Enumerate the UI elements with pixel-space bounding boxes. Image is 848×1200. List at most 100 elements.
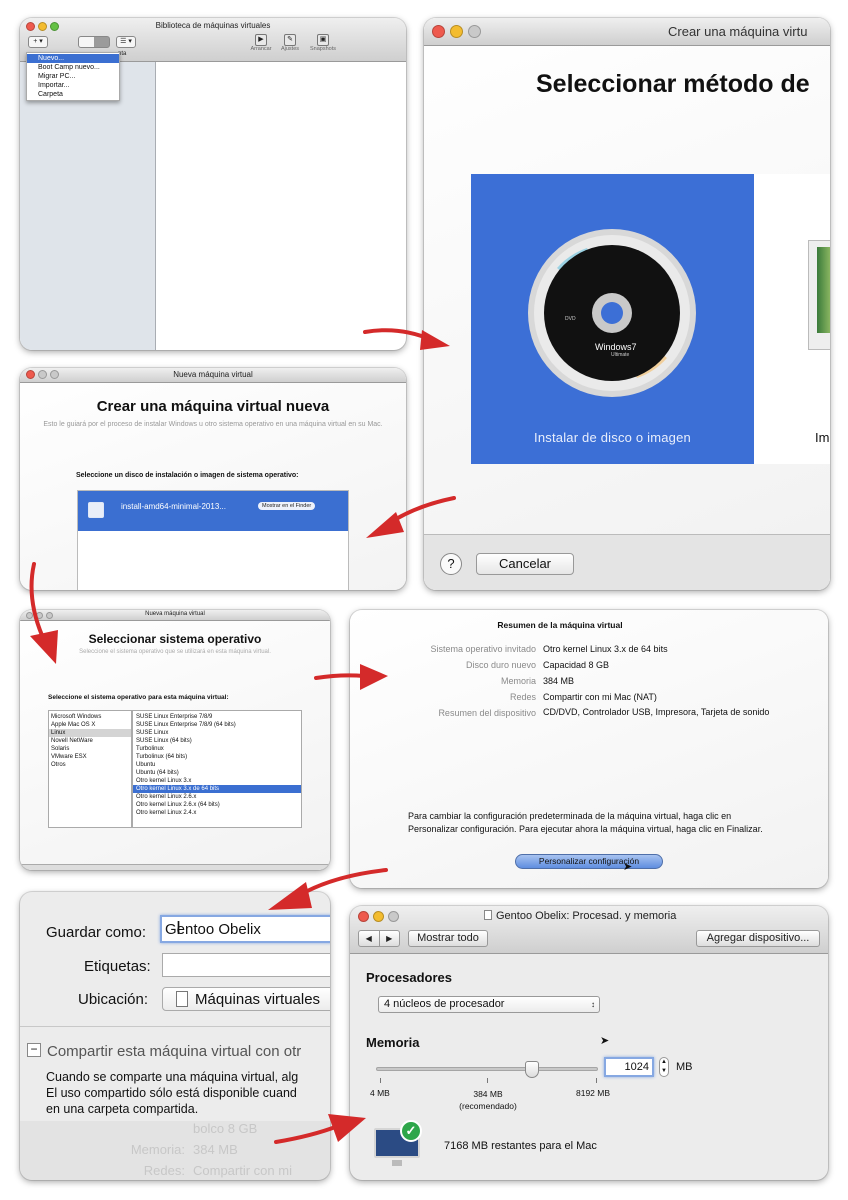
menu-item-migrate[interactable]: Migrar PC...: [27, 72, 119, 81]
disk-image-name: install-amd64-minimal-2013...: [121, 502, 226, 511]
nav-back-forward[interactable]: ◀ ▶: [358, 930, 400, 947]
list-item[interactable]: Solaris: [49, 745, 131, 753]
memory-stepper[interactable]: ▲ ▼: [659, 1057, 669, 1077]
share-disclosure-toggle[interactable]: −: [27, 1043, 41, 1057]
list-item[interactable]: Otro kernel Linux 2.6.x: [133, 793, 301, 801]
ghost-key: [20, 1121, 185, 1136]
menu-item-folder[interactable]: Carpeta: [27, 90, 119, 99]
disk-image-icon: [88, 502, 104, 518]
summary-title: Resumen de la máquina virtual: [497, 620, 623, 630]
summary-value: Capacidad 8 GB: [543, 660, 610, 670]
start-label: Arrancar: [250, 46, 272, 52]
list-item[interactable]: SUSE Linux: [133, 729, 301, 737]
camera-icon: ▣: [317, 34, 329, 46]
view-options-button[interactable]: ☰ ▾: [116, 36, 136, 48]
recommended-note: (recomendado): [459, 1101, 517, 1111]
tick-label-recommended: 384 MB (recomendado): [448, 1088, 528, 1112]
list-item[interactable]: Apple Mac OS X: [49, 721, 131, 729]
option-install-disc[interactable]: Windows7 Ultimate DVD Instalar de disco …: [471, 174, 754, 464]
slider-thumb[interactable]: [525, 1061, 539, 1078]
save-as-field[interactable]: Gentoo Obelix I: [160, 915, 330, 943]
arrow-to-summary: [314, 664, 388, 690]
menu-item-bootcamp[interactable]: Boot Camp nuevo...: [27, 63, 119, 72]
arrow-to-save-as: [268, 868, 388, 910]
settings-button[interactable]: ✎ Ajustes: [279, 34, 301, 52]
add-menu-button[interactable]: + ▾: [28, 36, 48, 48]
back-icon[interactable]: ◀: [359, 931, 380, 946]
desc-line: Cuando se comparte una máquina virtual, …: [46, 1070, 299, 1084]
vm-library-window: Biblioteca de máquinas virtuales + ▾ ☰ ▾…: [20, 18, 406, 350]
option-migrate-label: Im: [815, 430, 830, 445]
list-item[interactable]: Otro kernel Linux 3.x de 64 bits: [133, 785, 301, 793]
summary-note: Para cambiar la configuración predetermi…: [408, 811, 763, 834]
title-bar: Gentoo Obelix: Procesad. y memoria ◀ ▶ Mo…: [350, 906, 828, 954]
list-item[interactable]: Novell NetWare: [49, 737, 131, 745]
menu-item-new[interactable]: Nuevo...: [27, 54, 119, 63]
show-all-button[interactable]: Mostrar todo: [408, 930, 488, 947]
title-bar: Crear una máquina virtu: [424, 18, 830, 46]
list-item[interactable]: Ubuntu: [133, 761, 301, 769]
list-item[interactable]: install-amd64-minimal-2013... Mostrar en…: [78, 491, 348, 531]
snapshots-button[interactable]: ▣ Snapshots: [307, 34, 339, 52]
list-item[interactable]: Microsoft Windows: [49, 713, 131, 721]
arrow-to-processor-memory: [274, 1114, 366, 1144]
settings-label: Ajustes: [280, 46, 300, 52]
ghost-key: Redes:: [143, 1163, 185, 1178]
cd-type: DVD: [565, 316, 576, 322]
share-label: Compartir esta máquina virtual con otr: [47, 1043, 302, 1060]
location-popup[interactable]: Máquinas virtuales: [162, 987, 330, 1011]
desc-line: en una carpeta compartida.: [46, 1102, 199, 1116]
show-in-finder-button[interactable]: Mostrar en el Finder: [258, 502, 316, 510]
divider: [20, 1026, 330, 1027]
memory-field[interactable]: 1024: [604, 1057, 654, 1077]
window-title: Gentoo Obelix: Procesad. y memoria: [484, 910, 676, 922]
list-item[interactable]: Otros: [49, 761, 131, 769]
memory-heading: Memoria: [366, 1035, 420, 1050]
close-button[interactable]: [432, 25, 445, 38]
save-as-label: Guardar como:: [46, 924, 147, 941]
summary-key: Resumen del dispositivo: [438, 708, 536, 718]
processor-popup[interactable]: 4 núcleos de procesador ↕: [378, 996, 600, 1013]
list-item[interactable]: Turbolinux (64 bits): [133, 753, 301, 761]
summary-value: 384 MB: [543, 676, 575, 686]
memory-slider[interactable]: [376, 1061, 598, 1078]
list-item[interactable]: SUSE Linux Enterprise 7/8/9: [133, 713, 301, 721]
tags-field[interactable]: [162, 953, 330, 977]
customize-button[interactable]: Personalizar configuración: [515, 854, 663, 869]
add-device-button[interactable]: Agregar dispositivo...: [696, 930, 820, 947]
document-icon: [484, 910, 492, 920]
arrow-to-select-os: [29, 562, 58, 664]
summary-value: Compartir con mi Mac (NAT): [543, 692, 657, 702]
list-item[interactable]: SUSE Linux (64 bits): [133, 737, 301, 745]
option-install-label: Instalar de disco o imagen: [534, 430, 691, 445]
folder-icon: [176, 991, 188, 1007]
os-family-list: Microsoft Windows Apple Mac OS X Linux N…: [48, 710, 132, 828]
zoom-button[interactable]: [468, 25, 481, 38]
tags-label: Etiquetas:: [84, 958, 151, 975]
slider-tick-marks: [376, 1078, 598, 1084]
forward-icon[interactable]: ▶: [380, 931, 400, 946]
window-title: Crear una máquina virtu: [668, 24, 808, 39]
list-item[interactable]: VMware ESX: [49, 753, 131, 761]
recommended-value: 384 MB: [473, 1089, 503, 1099]
create-vm-window: Nueva máquina virtual Crear una máquina …: [20, 368, 406, 590]
view-toggle[interactable]: [78, 36, 110, 48]
help-button[interactable]: ?: [440, 553, 462, 575]
tick-label-max: 8192 MB: [576, 1088, 611, 1098]
menu-item-import[interactable]: Importar...: [27, 81, 119, 90]
option-migrate[interactable]: Im: [754, 174, 830, 464]
play-icon: ▶: [255, 34, 267, 46]
mouse-pointer-icon: ➤: [623, 861, 633, 873]
list-item[interactable]: Otro kernel Linux 2.6.x (64 bits): [133, 801, 301, 809]
list-item[interactable]: Ubuntu (64 bits): [133, 769, 301, 777]
list-item[interactable]: Otro kernel Linux 2.4.x: [133, 809, 301, 817]
cancel-button[interactable]: Cancelar: [476, 553, 574, 575]
list-item[interactable]: SUSE Linux Enterprise 7/8/9 (64 bits): [133, 721, 301, 729]
list-item[interactable]: Otro kernel Linux 3.x: [133, 777, 301, 785]
processor-value: 4 núcleos de procesador: [384, 998, 505, 1010]
start-button[interactable]: ▶ Arrancar: [250, 34, 272, 52]
list-item[interactable]: Turbolinux: [133, 745, 301, 753]
minimize-button[interactable]: [450, 25, 463, 38]
list-item[interactable]: Linux: [49, 729, 131, 737]
window-title: Biblioteca de máquinas virtuales: [155, 21, 271, 30]
